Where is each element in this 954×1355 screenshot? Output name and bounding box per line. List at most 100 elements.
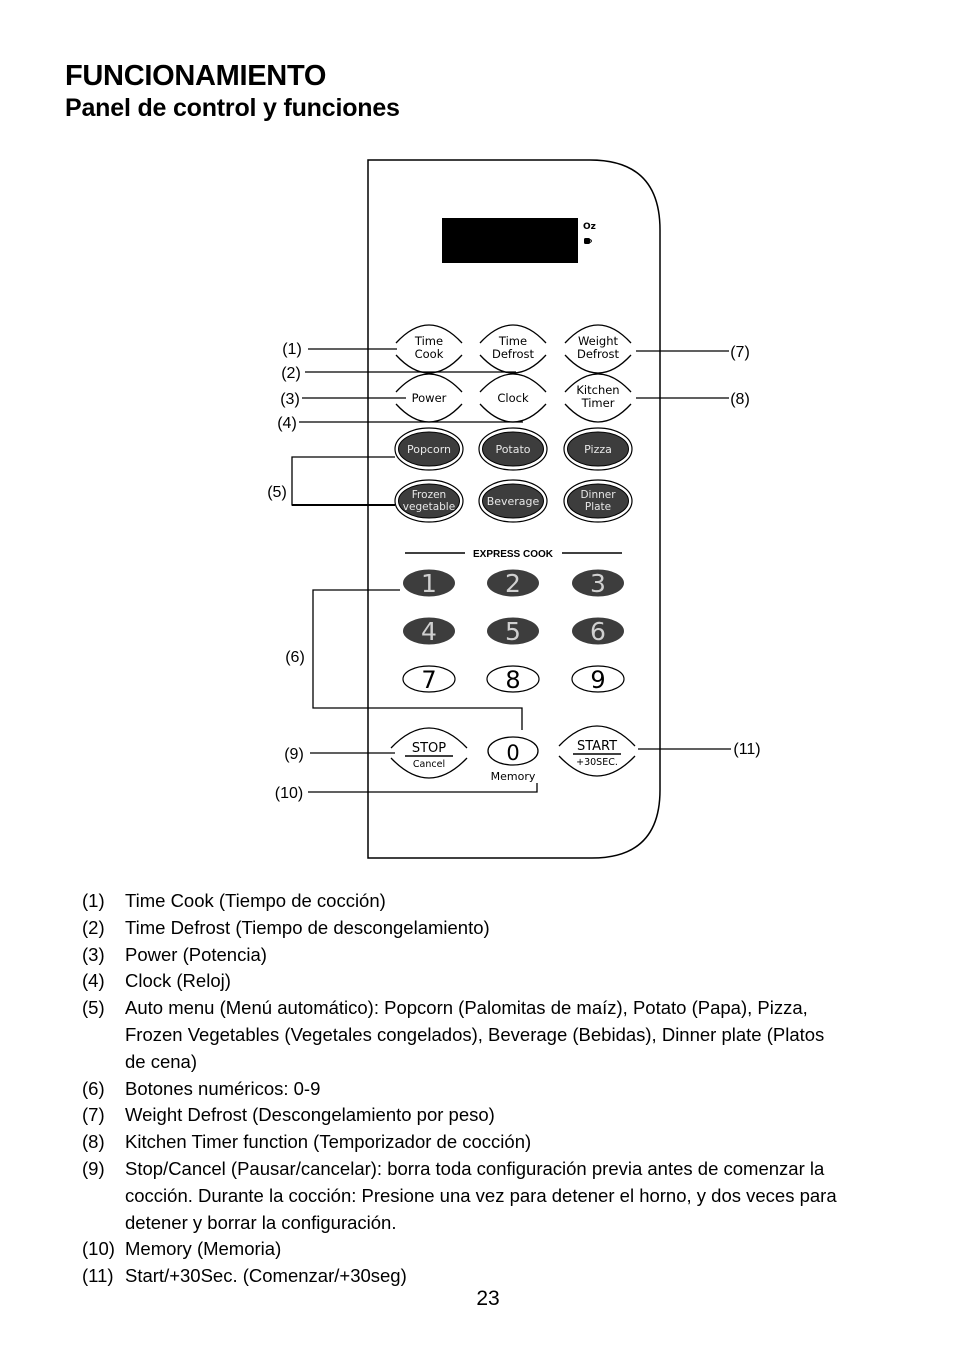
- callout-label: (10): [275, 785, 303, 802]
- button-label: Defrost: [492, 347, 534, 361]
- button-time-cook[interactable]: TimeCook: [395, 324, 463, 374]
- cup-icon: [584, 238, 592, 244]
- button-time-defrost[interactable]: TimeDefrost: [479, 324, 547, 374]
- legend-item: (7) Weight Defrost (Descongelamiento por …: [82, 1102, 842, 1129]
- display-screen: [442, 218, 578, 263]
- button-main-label: START: [577, 739, 617, 754]
- legend-text: Clock (Reloj): [125, 970, 231, 992]
- number-label: 9: [590, 666, 605, 694]
- legend-number: (1): [82, 890, 105, 911]
- button-label: Popcorn: [407, 443, 451, 456]
- legend-text: Time Defrost (Tiempo de descongelamiento…: [125, 916, 490, 938]
- stop-cancel-button[interactable]: STOP Cancel: [390, 727, 468, 779]
- legend-number: (7): [82, 1104, 105, 1126]
- number-label: 5: [505, 617, 521, 646]
- callout-label: (6): [285, 649, 305, 666]
- button-sub-label: +30SEC.: [576, 757, 618, 768]
- callout-label: (1): [282, 341, 302, 358]
- callout-label: (2): [281, 365, 301, 382]
- button-label: Kitchen: [576, 383, 619, 397]
- number-label: 2: [505, 569, 521, 598]
- legend-number: (6): [82, 1077, 105, 1099]
- legend-text: Time Cook (Tiempo de cocción): [125, 890, 386, 911]
- page-number: 23: [476, 1287, 500, 1310]
- button-label: Time: [498, 334, 527, 348]
- legend-number: (3): [82, 943, 105, 965]
- number-label: 1: [421, 569, 437, 598]
- button-kitchen-timer[interactable]: KitchenTimer: [564, 373, 632, 423]
- number-button-8[interactable]: 8: [486, 665, 540, 694]
- legend-number: (4): [82, 970, 105, 992]
- legend-item: (10) Memory (Memoria): [82, 1236, 842, 1263]
- button-label: Clock: [497, 391, 529, 405]
- button-label: Defrost: [577, 347, 619, 361]
- button-label: Frozen: [412, 489, 446, 501]
- number-button-7[interactable]: 7: [402, 665, 456, 694]
- legend-text: Start/+30Sec. (Comenzar/+30seg): [125, 1265, 407, 1287]
- legend-text: Weight Defrost (Descongelamiento por pes…: [125, 1104, 495, 1126]
- number-label: 7: [421, 666, 436, 694]
- button-label: Plate: [585, 501, 611, 513]
- legend-item: (11) Start/+30Sec. (Comenzar/+30seg): [82, 1263, 842, 1290]
- legend-number: (5): [82, 997, 105, 1019]
- legend-item: (4) Clock (Reloj): [82, 968, 842, 995]
- button-weight-defrost[interactable]: WeightDefrost: [564, 324, 632, 374]
- button-label: Weight: [578, 334, 619, 348]
- button-clock[interactable]: Clock: [479, 373, 547, 423]
- button-popcorn[interactable]: Popcorn: [394, 427, 464, 471]
- start-30sec-button[interactable]: START +30SEC.: [558, 725, 636, 777]
- number-button-9[interactable]: 9: [571, 665, 625, 694]
- number-button-3[interactable]: 3: [572, 569, 624, 598]
- button-sub-label: Cancel: [413, 759, 445, 770]
- number-button-6[interactable]: 6: [572, 617, 624, 646]
- legend-item: (8) Kitchen Timer function (Temporizador …: [82, 1129, 842, 1156]
- legend-number: (2): [82, 916, 105, 938]
- legend-item: (6) Botones numéricos: 0-9: [82, 1076, 842, 1103]
- callout-label: (8): [730, 391, 750, 408]
- legend-text: Auto menu (Menú automático): Popcorn (Pa…: [125, 997, 825, 1072]
- button-label: Potato: [495, 443, 530, 456]
- legend-number: (9): [82, 1157, 105, 1179]
- button-potato[interactable]: Potato: [478, 427, 548, 471]
- number-button-4[interactable]: 4: [403, 617, 455, 646]
- number-button-2[interactable]: 2: [487, 569, 539, 598]
- button-frozen-vegetable[interactable]: Frozenvegetable: [394, 479, 464, 523]
- button-label: Cook: [415, 347, 444, 361]
- button-dinner-plate[interactable]: DinnerPlate: [563, 479, 633, 523]
- button-pizza[interactable]: Pizza: [563, 427, 633, 471]
- button-main-label: STOP: [412, 741, 446, 756]
- legend-number: (10): [82, 1238, 115, 1260]
- legend-text: Memory (Memoria): [125, 1238, 282, 1260]
- callout-label: (5): [267, 484, 287, 501]
- number-label: 0: [506, 741, 519, 765]
- button-label: Pizza: [584, 443, 612, 456]
- legend-item: (1) Time Cook (Tiempo de cocción): [82, 888, 842, 915]
- button-label: Timer: [581, 396, 615, 410]
- number-button-5[interactable]: 5: [487, 617, 539, 646]
- button-beverage[interactable]: Beverage: [478, 479, 548, 523]
- number-button-1[interactable]: 1: [403, 569, 455, 598]
- callout-label: (3): [280, 391, 300, 408]
- function-legend: (1) Time Cook (Tiempo de cocción) (2) Time …: [82, 888, 842, 1290]
- express-cook-label: EXPRESS COOK: [473, 549, 554, 560]
- button-label: Power: [412, 391, 447, 405]
- callout-label: (7): [730, 344, 750, 361]
- number-label: 8: [505, 666, 520, 694]
- button-label: Dinner: [580, 489, 616, 501]
- number-label: 4: [421, 617, 437, 646]
- legend-text: Stop/Cancel (Pausar/cancelar): borra tod…: [125, 1157, 837, 1233]
- control-panel-diagram: Oz (1) (2) (3) (4) (5) (6) (7) (8) (9) (10) (11) T…: [267, 159, 761, 859]
- callout-label: (9): [284, 746, 304, 763]
- button-label: Time: [414, 334, 443, 348]
- legend-number: (8): [82, 1131, 105, 1153]
- callout-label: (11): [733, 741, 760, 758]
- legend-text: Botones numéricos: 0-9: [125, 1077, 321, 1099]
- legend-item: (3) Power (Potencia): [82, 942, 842, 969]
- legend-item: (5) Auto menu (Menú automático): Popcorn …: [82, 995, 842, 1075]
- legend-text: Kitchen Timer function (Temporizador de …: [125, 1131, 532, 1153]
- number-label: 3: [590, 569, 606, 598]
- legend-item: (2) Time Defrost (Tiempo de descongelamie…: [82, 915, 842, 942]
- legend-item: (9) Stop/Cancel (Pausar/cancelar): borra …: [82, 1156, 842, 1236]
- zero-memory-button[interactable]: 0 Memory: [487, 736, 539, 783]
- button-label: vegetable: [403, 501, 455, 513]
